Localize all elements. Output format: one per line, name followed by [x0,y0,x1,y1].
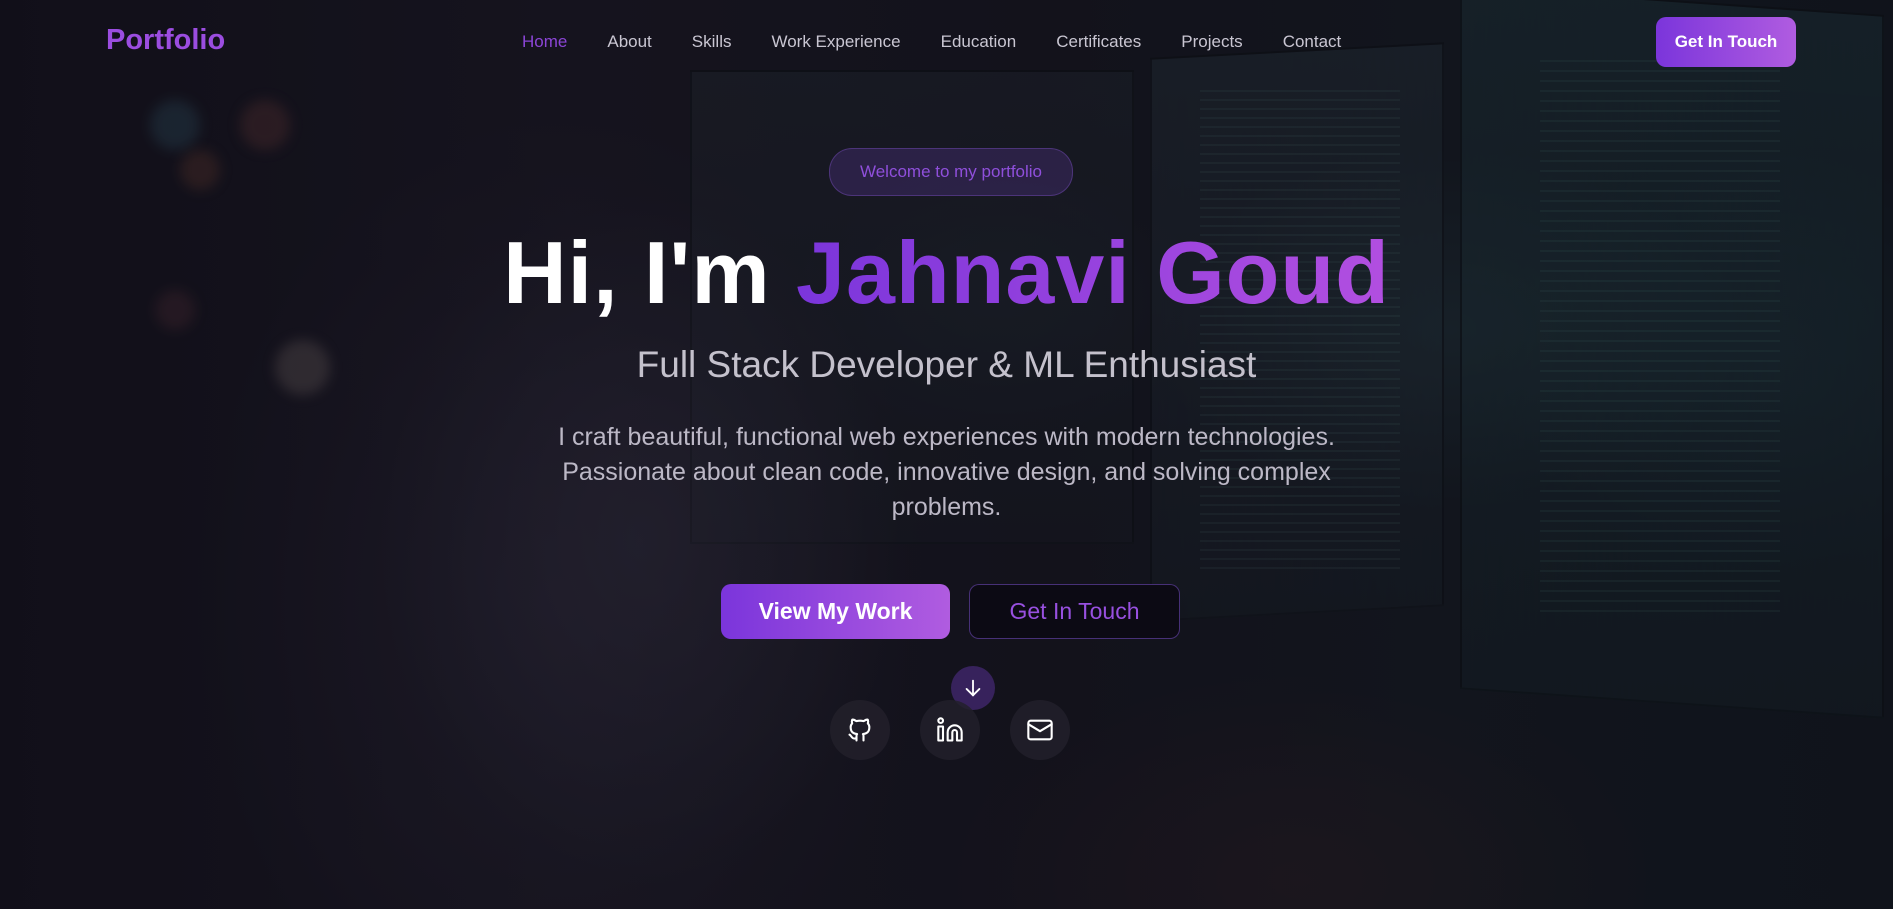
nav-link-skills[interactable]: Skills [692,32,732,52]
get-in-touch-button[interactable]: Get In Touch [969,584,1180,639]
background-code-lines-right [1540,60,1780,620]
nav-get-in-touch-button[interactable]: Get In Touch [1656,17,1796,67]
hero-title: Hi, I'm Jahnavi Goud [0,222,1893,324]
brand-logo[interactable]: Portfolio [106,24,225,57]
nav-links: Home About Skills Work Experience Educat… [522,32,1381,52]
view-my-work-button[interactable]: View My Work [721,584,950,639]
github-link[interactable] [830,700,890,760]
hero-greeting: Hi, I'm [503,223,797,322]
email-link[interactable] [1010,700,1070,760]
background-bokeh [240,100,290,150]
nav-link-education[interactable]: Education [941,32,1017,52]
linkedin-icon [937,717,963,742]
navbar: Portfolio Home About Skills Work Experie… [0,0,1893,86]
hero-name: Jahnavi Goud [796,223,1390,322]
nav-link-contact[interactable]: Contact [1283,32,1342,52]
nav-link-projects[interactable]: Projects [1181,32,1242,52]
arrow-down-icon [965,679,981,697]
nav-link-work-experience[interactable]: Work Experience [771,32,900,52]
mail-icon [1027,719,1053,741]
hero-description: I craft beautiful, functional web experi… [558,423,1335,521]
nav-link-certificates[interactable]: Certificates [1056,32,1141,52]
background-monitor-center [1150,42,1444,622]
hero-section: Portfolio Home About Skills Work Experie… [0,0,1893,909]
background-bokeh [180,150,220,190]
hero-subtitle: Full Stack Developer & ML Enthusiast [636,344,1257,385]
github-icon [848,718,871,742]
nav-link-home[interactable]: Home [522,32,567,52]
welcome-badge: Welcome to my portfolio [829,148,1073,196]
nav-link-about[interactable]: About [607,32,651,52]
linkedin-link[interactable] [920,700,980,760]
background-bokeh [150,100,200,150]
